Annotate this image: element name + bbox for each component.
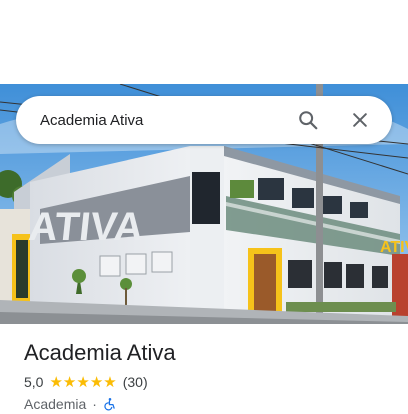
separator-dot: · <box>92 396 97 412</box>
star-icon: ★ <box>49 373 63 391</box>
close-icon <box>353 113 367 127</box>
rating-value: 5,0 <box>24 374 44 390</box>
place-title: Academia Ativa <box>24 340 176 365</box>
wheelchair-icon <box>104 398 115 411</box>
rating-stars: ★ ★ ★ ★ ★ <box>49 375 116 390</box>
search-button[interactable] <box>290 102 326 138</box>
building-sign-text: ATIVA <box>27 205 146 249</box>
star-icon: ★ <box>62 373 77 391</box>
search-bar[interactable]: Academia Ativa <box>16 96 392 144</box>
top-blank-area <box>0 0 408 84</box>
search-icon <box>299 111 318 130</box>
star-icon: ★ <box>103 373 117 391</box>
star-icon: ★ <box>76 373 90 391</box>
place-info-panel: Academia Ativa 5,0 ★ ★ ★ ★ ★ (30) Academ… <box>24 338 392 414</box>
category-row: Academia · <box>24 394 392 414</box>
facade-sign-text: ATIVA <box>380 239 408 256</box>
search-input[interactable]: Academia Ativa <box>40 112 290 129</box>
place-category: Academia <box>24 396 87 412</box>
star-icon: ★ <box>89 373 104 391</box>
clear-search-button[interactable] <box>342 102 378 138</box>
rating-row[interactable]: 5,0 ★ ★ ★ ★ ★ (30) <box>24 372 392 392</box>
review-count[interactable]: (30) <box>123 374 148 390</box>
